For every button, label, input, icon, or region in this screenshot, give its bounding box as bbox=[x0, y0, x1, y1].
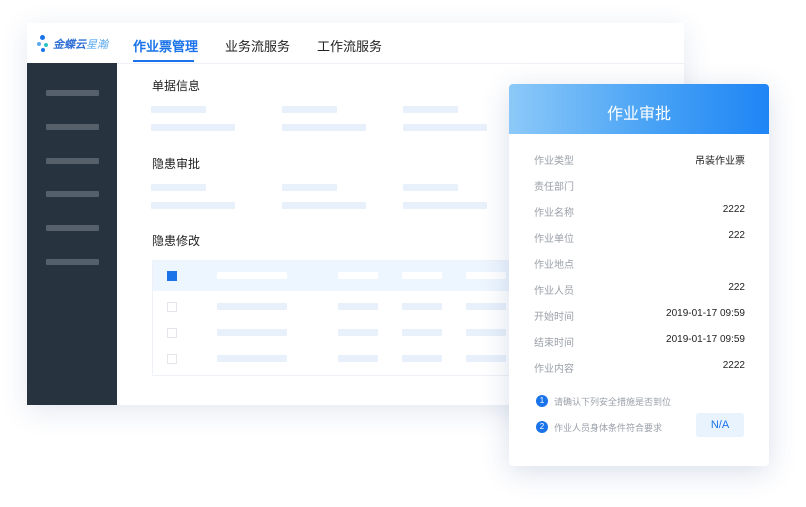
cell-placeholder bbox=[217, 329, 287, 336]
field-label-content: 作业内容 bbox=[534, 364, 574, 375]
step-number-badge: 1 bbox=[536, 395, 548, 407]
placeholder-line bbox=[151, 184, 206, 191]
cell-placeholder bbox=[217, 303, 287, 310]
section-title-document-info: 单据信息 bbox=[152, 79, 201, 93]
row-checkbox[interactable] bbox=[167, 354, 177, 364]
hazard-table bbox=[152, 260, 523, 376]
field-value-work-unit: 222 bbox=[728, 230, 745, 241]
placeholder-line bbox=[403, 184, 458, 191]
step-number-badge: 2 bbox=[536, 421, 548, 433]
table-header bbox=[153, 261, 523, 291]
cell-placeholder bbox=[466, 355, 506, 362]
cell-placeholder bbox=[466, 303, 506, 310]
card-header: 作业审批 bbox=[509, 84, 769, 134]
placeholder-line bbox=[282, 184, 337, 191]
placeholder-line bbox=[282, 106, 337, 113]
cell-placeholder bbox=[338, 303, 378, 310]
header-placeholder bbox=[466, 272, 506, 279]
cell-placeholder bbox=[402, 303, 442, 310]
field-label-work-name: 作业名称 bbox=[534, 208, 574, 219]
field-label-location: 作业地点 bbox=[534, 260, 574, 271]
sidebar bbox=[27, 63, 117, 405]
select-all-checkbox[interactable] bbox=[167, 271, 177, 281]
section-title-hazard-modify: 隐患修改 bbox=[152, 234, 201, 248]
cell-placeholder bbox=[402, 355, 442, 362]
placeholder-line bbox=[151, 106, 206, 113]
tab-workflow[interactable]: 工作流服务 bbox=[317, 36, 382, 55]
sidebar-item[interactable] bbox=[46, 124, 99, 130]
top-nav: 金蝶云星瀚 作业票管理 业务流服务 工作流服务 bbox=[27, 23, 684, 64]
sidebar-item[interactable] bbox=[46, 225, 99, 231]
confirm-worker-condition: 作业人员身体条件符合要求 bbox=[554, 423, 663, 433]
placeholder-line bbox=[282, 124, 366, 131]
header-placeholder bbox=[338, 272, 378, 279]
tab-business-flow[interactable]: 业务流服务 bbox=[225, 36, 290, 55]
tab-ticket-management[interactable]: 作业票管理 bbox=[133, 36, 198, 55]
field-value-content: 2222 bbox=[722, 360, 745, 371]
cell-placeholder bbox=[338, 329, 378, 336]
placeholder-line bbox=[403, 124, 487, 131]
logo-icon bbox=[37, 35, 51, 53]
na-button[interactable]: N/A bbox=[696, 413, 744, 437]
header-placeholder bbox=[402, 272, 442, 279]
logo: 金蝶云星瀚 bbox=[37, 34, 108, 54]
field-value-workers: 222 bbox=[728, 282, 745, 293]
placeholder-line bbox=[403, 202, 487, 209]
field-label-start-time: 开始时间 bbox=[534, 312, 574, 323]
field-label-work-type: 作业类型 bbox=[534, 156, 574, 167]
placeholder-line bbox=[151, 202, 235, 209]
cell-placeholder bbox=[402, 329, 442, 336]
sidebar-item[interactable] bbox=[46, 90, 99, 96]
sidebar-item[interactable] bbox=[46, 158, 99, 164]
field-label-work-unit: 作业单位 bbox=[534, 234, 574, 245]
section-title-hazard-approval: 隐患审批 bbox=[152, 157, 201, 171]
active-tab-indicator bbox=[133, 60, 194, 62]
placeholder-line bbox=[282, 202, 366, 209]
field-label-workers: 作业人员 bbox=[534, 286, 574, 297]
field-label-end-time: 结束时间 bbox=[534, 338, 574, 349]
field-value-work-name: 2222 bbox=[722, 204, 745, 215]
approval-card: 作业审批 作业类型 吊装作业票 责任部门 作业名称 2222 作业单位 222 … bbox=[509, 84, 769, 466]
card-title: 作业审批 bbox=[606, 106, 671, 123]
header-placeholder bbox=[217, 272, 287, 279]
row-checkbox[interactable] bbox=[167, 302, 177, 312]
logo-brand: 金蝶云 bbox=[53, 39, 86, 51]
row-checkbox[interactable] bbox=[167, 328, 177, 338]
logo-product: 星瀚 bbox=[86, 39, 108, 51]
cell-placeholder bbox=[217, 355, 287, 362]
cell-placeholder bbox=[338, 355, 378, 362]
field-value-work-type: 吊装作业票 bbox=[695, 156, 745, 167]
field-value-end-time: 2019-01-17 09:59 bbox=[666, 334, 745, 345]
field-label-department: 责任部门 bbox=[534, 182, 574, 193]
confirm-safety-measures: 请确认下列安全措施是否到位 bbox=[554, 397, 672, 407]
placeholder-line bbox=[151, 124, 235, 131]
placeholder-line bbox=[403, 106, 458, 113]
cell-placeholder bbox=[466, 329, 506, 336]
sidebar-item[interactable] bbox=[46, 191, 99, 197]
sidebar-item[interactable] bbox=[46, 259, 99, 265]
field-value-start-time: 2019-01-17 09:59 bbox=[666, 308, 745, 319]
